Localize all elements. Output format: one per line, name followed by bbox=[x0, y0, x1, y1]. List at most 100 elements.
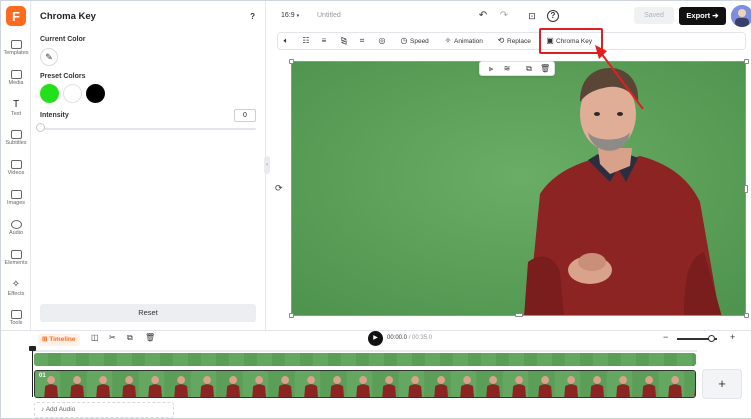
align-icon[interactable]: ⫸ bbox=[486, 64, 496, 74]
thumbnail-head bbox=[619, 376, 628, 384]
speed-button[interactable]: ◷ Speed bbox=[400, 33, 429, 49]
preset-color-green[interactable] bbox=[40, 84, 59, 103]
scissors-icon[interactable]: ✂ bbox=[109, 333, 116, 342]
thumbnail-head bbox=[359, 376, 368, 384]
intensity-slider-thumb[interactable] bbox=[36, 123, 45, 132]
thumbnail-frame bbox=[244, 353, 257, 366]
zoom-in-icon[interactable]: + bbox=[730, 332, 735, 342]
saved-button[interactable]: Saved bbox=[634, 7, 674, 24]
clip-toolbar: 🔈︎ ☷ ≡ ⧎ ⌗ ◎ ◷ Speed ✧ Animation ⟲ Replace … bbox=[277, 32, 746, 50]
thumbnail-frame bbox=[286, 353, 299, 366]
current-color-label: Current Color bbox=[40, 36, 86, 43]
sidebar-item-templates[interactable]: Templates bbox=[1, 37, 31, 63]
undo-icon[interactable]: ↶ bbox=[477, 10, 489, 22]
thumbnail-frame bbox=[678, 353, 691, 366]
thumbnail-frame bbox=[370, 353, 383, 366]
collapse-panel-button[interactable]: ‹ bbox=[264, 156, 270, 174]
thumbnail-head bbox=[47, 376, 56, 384]
add-audio-label: Add Audio bbox=[45, 406, 76, 413]
clip-number: 01 bbox=[39, 373, 46, 379]
screenshot-icon[interactable]: ⊡ bbox=[526, 10, 538, 22]
video-canvas[interactable] bbox=[291, 61, 746, 316]
sidebar-item-subtitles[interactable]: Subtitles bbox=[1, 127, 31, 153]
thumbnail-head bbox=[411, 376, 420, 384]
intensity-slider-track[interactable] bbox=[40, 128, 256, 130]
reset-button[interactable]: Reset bbox=[40, 304, 256, 322]
speed-label: Speed bbox=[410, 38, 429, 45]
trash-icon[interactable]: 🗑︎ bbox=[540, 64, 550, 74]
project-title[interactable]: Untitled bbox=[317, 12, 341, 19]
replace-button[interactable]: ⟲ Replace bbox=[497, 33, 531, 49]
total-time: / 00:35.0 bbox=[408, 335, 433, 341]
thumbnail-head bbox=[567, 376, 576, 384]
duplicate-icon[interactable]: ⧉ bbox=[524, 64, 534, 74]
text-icon: T bbox=[12, 99, 20, 110]
help-icon[interactable]: ? bbox=[250, 12, 255, 21]
volume-icon[interactable]: 🔈︎ bbox=[282, 33, 292, 49]
thumbnail-figure bbox=[278, 384, 292, 397]
thumbnail-head bbox=[151, 376, 160, 384]
thumbnail-frame bbox=[580, 353, 593, 366]
zoom-out-icon[interactable]: − bbox=[663, 332, 668, 342]
trash-icon[interactable]: 🗑︎ bbox=[145, 333, 155, 342]
resize-handle[interactable] bbox=[515, 313, 523, 317]
app-logo[interactable]: F bbox=[6, 6, 26, 26]
resize-handle[interactable] bbox=[744, 185, 748, 193]
thumbnail-frame bbox=[496, 353, 509, 366]
split-icon[interactable]: ◫ bbox=[91, 333, 99, 342]
duplicate-icon[interactable]: ⧉ bbox=[127, 333, 133, 343]
export-button[interactable]: Export ➔ bbox=[679, 7, 726, 25]
effects-icon: ✧ bbox=[11, 279, 21, 290]
resize-handle[interactable] bbox=[744, 59, 749, 64]
intensity-input[interactable]: 0 bbox=[234, 109, 256, 122]
thumbnail-head bbox=[437, 376, 446, 384]
resize-handle[interactable] bbox=[289, 59, 294, 64]
adjust-icon[interactable]: ☷ bbox=[302, 33, 312, 49]
preset-color-black[interactable] bbox=[86, 84, 105, 103]
flip-icon[interactable]: ⧎ bbox=[340, 33, 350, 49]
sidebar-item-images[interactable]: Images bbox=[1, 187, 31, 213]
preset-color-white[interactable] bbox=[63, 84, 82, 103]
sidebar-item-effects[interactable]: ✧ Effects bbox=[1, 277, 31, 303]
chevron-down-icon: ▾ bbox=[296, 13, 300, 19]
crop-icon[interactable]: ⌗ bbox=[358, 33, 368, 49]
layers-icon[interactable]: ≋ bbox=[502, 64, 512, 74]
thumbnail-frame bbox=[552, 353, 565, 366]
resize-handle[interactable] bbox=[289, 313, 294, 318]
eyedropper-button[interactable]: ✎ bbox=[40, 48, 58, 66]
avatar[interactable] bbox=[731, 5, 751, 27]
video-clip[interactable]: 01 bbox=[34, 370, 696, 398]
playhead[interactable] bbox=[29, 346, 36, 397]
thumbnail-head bbox=[541, 376, 550, 384]
sidebar-item-videos[interactable]: Videos bbox=[1, 157, 31, 183]
resize-handle[interactable] bbox=[744, 313, 749, 318]
thumbnail-figure bbox=[252, 384, 266, 397]
aspect-ratio-value: 16:9 bbox=[281, 12, 295, 19]
chroma-key-panel: Chroma Key ? Current Color ✎ Preset Colo… bbox=[31, 1, 266, 330]
filters-icon[interactable]: ≡ bbox=[320, 33, 330, 49]
redo-icon[interactable]: ↷ bbox=[498, 10, 510, 22]
sidebar-item-elements[interactable]: Elements bbox=[1, 247, 31, 273]
rotate-icon[interactable]: ⟳ bbox=[275, 183, 283, 194]
thumbnail-frame bbox=[454, 353, 467, 366]
thumbnail-figure bbox=[356, 384, 370, 397]
timeline-toggle-button[interactable]: ⊞ Timeline bbox=[38, 334, 80, 346]
arrow-right-icon: ➔ bbox=[712, 11, 719, 20]
add-track-button[interactable]: + bbox=[702, 369, 742, 399]
add-audio-button[interactable]: ♪ Add Audio bbox=[34, 402, 174, 418]
thumbnail-figure bbox=[408, 384, 422, 397]
sidebar-item-audio[interactable]: Audio bbox=[1, 217, 31, 243]
zoom-slider-thumb[interactable] bbox=[708, 335, 715, 342]
thumbnail-frame bbox=[160, 353, 173, 366]
sidebar-item-media[interactable]: Media bbox=[1, 67, 31, 93]
aspect-ratio-select[interactable]: 16:9 ▾ bbox=[281, 12, 299, 19]
animation-button[interactable]: ✧ Animation bbox=[444, 33, 483, 49]
help-circle-icon[interactable]: ? bbox=[547, 10, 559, 22]
play-button[interactable]: ▶ bbox=[368, 331, 383, 346]
background-track[interactable] bbox=[34, 353, 696, 366]
thumbnail-figure bbox=[434, 384, 448, 397]
thumbnail-frame bbox=[34, 353, 47, 366]
opacity-icon[interactable]: ◎ bbox=[378, 33, 388, 49]
sidebar-item-text[interactable]: T Text bbox=[1, 97, 31, 123]
thumbnail-frame bbox=[692, 353, 696, 366]
